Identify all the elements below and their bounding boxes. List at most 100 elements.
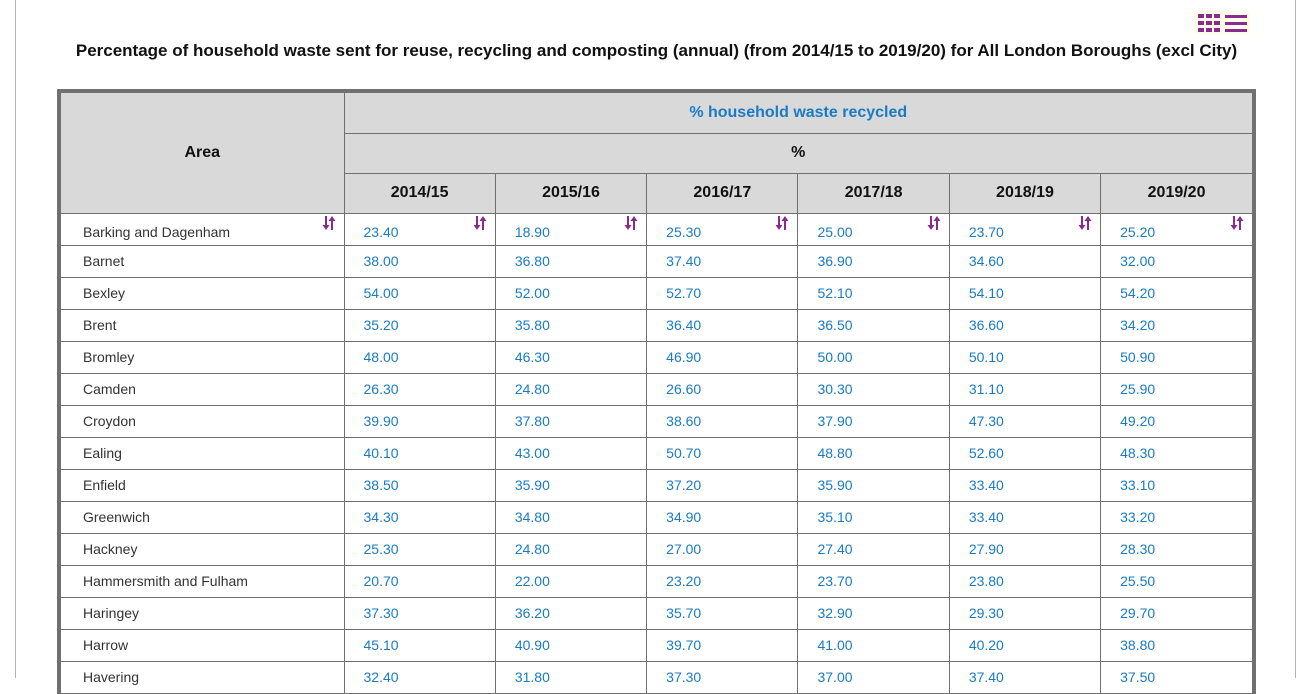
list-view-icon[interactable]	[1224, 14, 1247, 32]
value-text: 35.70	[666, 605, 702, 621]
value-text: 37.20	[666, 477, 702, 493]
value-cell: 50.00	[797, 340, 950, 374]
value-text: 28.30	[1120, 541, 1156, 557]
value-cell: 38.80	[1100, 628, 1252, 662]
value-cell: 24.80	[494, 372, 648, 406]
value-text: 49.20	[1120, 413, 1156, 429]
value-text: 23.80	[968, 573, 1004, 589]
value-cell: 25.50	[1100, 564, 1252, 598]
value-cell: 37.40	[646, 244, 799, 278]
value-cell: 50.10	[948, 340, 1102, 374]
value-text: 23.70	[817, 573, 853, 589]
table-row: Harrow 45.10 40.90 39.70 41.00 40.20 38.80	[61, 628, 1252, 662]
value-text: 30.30	[817, 381, 853, 397]
value-text: 37.40	[666, 253, 702, 269]
area-cell: Havering	[61, 660, 345, 694]
value-text: 46.30	[514, 349, 550, 365]
value-cell: 35.10	[797, 500, 950, 534]
value-cell: 39.90	[343, 404, 496, 438]
area-cell: Barking and Dagenham	[61, 212, 345, 246]
value-text: 35.90	[514, 477, 550, 493]
value-cell: 46.90	[646, 340, 799, 374]
value-text: 38.80	[1120, 637, 1156, 653]
value-cell: 37.40	[948, 660, 1102, 694]
value-cell: 37.20	[646, 468, 799, 502]
value-text: 45.10	[363, 637, 399, 653]
value-cell: 33.10	[1100, 468, 1252, 502]
area-name: Ealing	[83, 445, 122, 461]
value-text: 34.90	[666, 509, 702, 525]
value-cell: 29.30	[948, 596, 1102, 630]
area-name: Brent	[83, 317, 117, 333]
value-cell: 34.20	[1100, 308, 1252, 342]
value-text: 50.10	[968, 349, 1004, 365]
value-text: 36.50	[817, 317, 853, 333]
value-text: 32.90	[817, 605, 853, 621]
value-cell: 23.20	[646, 564, 799, 598]
value-text: 25.20	[1120, 224, 1156, 240]
area-name: Barnet	[83, 253, 125, 269]
table-row: Enfield 38.50 35.90 37.20 35.90 33.40 33.10	[61, 468, 1252, 502]
sort-arrows-icon[interactable]	[473, 215, 487, 231]
value-text: 32.00	[1120, 253, 1156, 269]
value-cell: 22.00	[494, 564, 648, 598]
unit-header: %	[344, 132, 1252, 174]
value-cell: 36.40	[646, 308, 799, 342]
year-column-header: 2019/20	[1100, 172, 1252, 214]
value-cell: 50.90	[1100, 340, 1252, 374]
value-cell: 48.00	[343, 340, 496, 374]
table-row: Haringey 37.30 36.20 35.70 32.90 29.30 29.70	[61, 596, 1252, 630]
value-cell: 37.90	[797, 404, 950, 438]
value-text: 36.90	[817, 253, 853, 269]
value-text: 48.80	[817, 445, 853, 461]
sort-arrows-icon[interactable]	[927, 215, 941, 231]
value-text: 33.10	[1120, 477, 1156, 493]
value-cell: 38.50	[343, 468, 496, 502]
view-toggle-button[interactable]	[1194, 11, 1250, 34]
sort-arrows-icon[interactable]	[1078, 215, 1092, 231]
value-cell: 37.80	[494, 404, 648, 438]
value-text: 39.90	[363, 413, 399, 429]
area-cell: Croydon	[61, 404, 345, 438]
value-text: 52.60	[968, 445, 1004, 461]
value-cell: 20.70	[343, 564, 496, 598]
data-table-container: Area % household waste recycled % 2014/1…	[57, 89, 1256, 694]
table-row: Bexley 54.00 52.00 52.70 52.10 54.10 54.20	[61, 276, 1252, 310]
measure-header[interactable]: % household waste recycled	[343, 93, 1252, 134]
value-cell: 35.80	[494, 308, 648, 342]
area-name: Havering	[83, 669, 140, 685]
value-text: 37.40	[968, 669, 1004, 685]
value-text: 48.30	[1120, 445, 1156, 461]
value-text: 27.90	[968, 541, 1004, 557]
value-text: 52.70	[666, 285, 702, 301]
year-column-header: 2018/19	[948, 172, 1102, 214]
value-text: 31.80	[514, 669, 550, 685]
value-cell: 36.50	[797, 308, 950, 342]
sort-arrows-icon[interactable]	[322, 215, 336, 231]
value-cell: 35.20	[343, 308, 496, 342]
value-text: 24.80	[514, 541, 550, 557]
value-cell: 34.80	[494, 500, 648, 534]
value-text: 54.10	[968, 285, 1004, 301]
value-cell: 54.00	[343, 276, 496, 310]
value-text: 25.90	[1120, 381, 1156, 397]
sort-arrows-icon[interactable]	[1230, 215, 1244, 231]
value-cell: 35.90	[797, 468, 950, 502]
value-text: 36.20	[514, 605, 550, 621]
value-cell: 40.20	[948, 628, 1102, 662]
area-name: Bexley	[83, 285, 126, 301]
sort-arrows-icon[interactable]	[624, 215, 638, 231]
value-text: 40.10	[363, 445, 399, 461]
area-name: Camden	[83, 381, 136, 397]
value-text: 24.80	[514, 381, 550, 397]
value-text: 40.20	[968, 637, 1004, 653]
area-cell: Hammersmith and Fulham	[61, 564, 345, 598]
value-cell: 34.30	[343, 500, 496, 534]
value-text: 54.00	[363, 285, 399, 301]
sort-arrows-icon[interactable]	[775, 215, 789, 231]
value-text: 39.70	[666, 637, 702, 653]
grid-view-icon[interactable]	[1197, 13, 1222, 32]
value-cell: 48.80	[797, 436, 950, 470]
value-cell: 25.30	[646, 212, 799, 246]
area-name: Haringey	[83, 605, 140, 621]
